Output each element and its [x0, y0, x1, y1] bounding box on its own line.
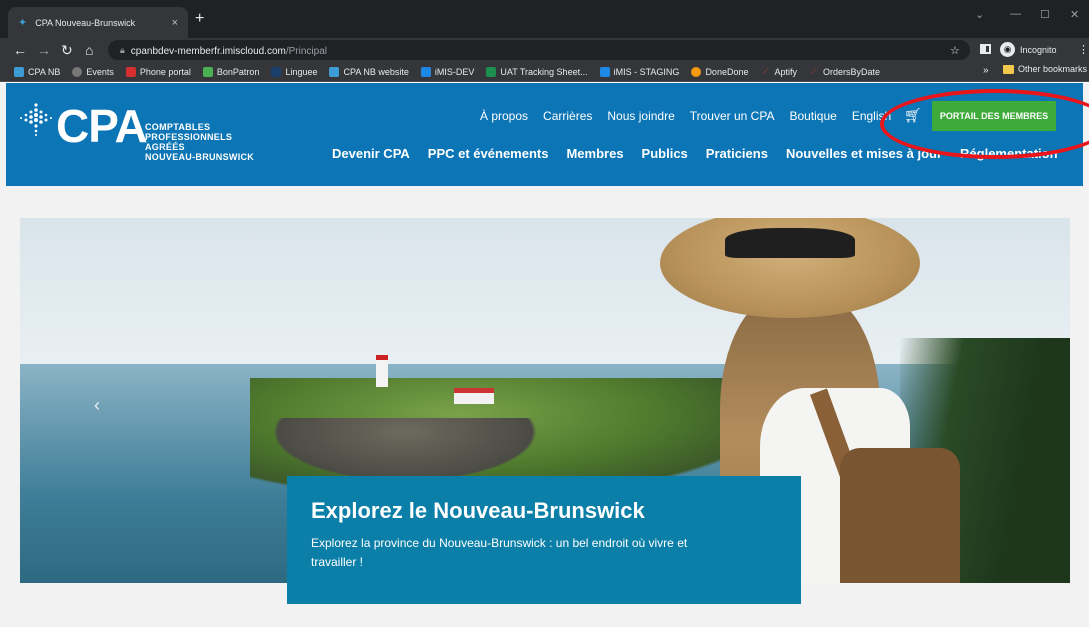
lighthouse-illustration: [376, 355, 388, 387]
tab-title: CPA Nouveau-Brunswick: [35, 17, 136, 28]
browser-titlebar: ✦ CPA Nouveau-Brunswick × + ⌄ — ☐ ✕: [0, 0, 1089, 38]
nav-nous-joindre[interactable]: Nous joindre: [607, 109, 674, 123]
bookmark-icon: [420, 66, 431, 77]
bookmark-item[interactable]: DoneDone: [691, 66, 748, 77]
bookmark-item[interactable]: ⟋ OrdersByDate: [809, 67, 880, 77]
bookmark-item[interactable]: UAT Tracking Sheet...: [486, 66, 588, 77]
bookmark-icon: [271, 66, 282, 77]
address-bar[interactable]: 🔒︎ cpanbdev-memberfr.imiscloud.com/Princ…: [108, 40, 970, 60]
bookmark-icon: [691, 66, 702, 77]
nav-publics[interactable]: Publics: [642, 146, 688, 161]
tab-search-icon[interactable]: ⌄: [975, 8, 984, 21]
forward-icon[interactable]: →: [37, 40, 51, 60]
url-path: /Principal: [285, 46, 327, 57]
bookmark-icon: ⟋: [811, 66, 817, 76]
bookmark-icon: [72, 66, 83, 77]
bookmark-item[interactable]: iMIS-DEV: [420, 66, 474, 77]
page-content: CPA COMPTABLES PROFESSIONNELS AGRÉÉS NOU…: [0, 83, 1089, 627]
hat-band: [725, 228, 855, 258]
nav-boutique[interactable]: Boutique: [789, 109, 836, 123]
bookmark-item[interactable]: Linguee: [271, 66, 317, 77]
bookmarks-bar: CPA NB Events Phone portal BonPatron Lin…: [0, 62, 1089, 82]
carousel-prev-arrow-icon[interactable]: ‹: [94, 395, 100, 416]
home-icon[interactable]: ⌂: [85, 40, 93, 60]
window-close-icon[interactable]: ✕: [1070, 8, 1079, 21]
nav-devenir-cpa[interactable]: Devenir CPA: [332, 146, 410, 161]
nav-membres[interactable]: Membres: [566, 146, 623, 161]
url-host: cpanbdev-memberfr.imiscloud.com: [130, 46, 286, 57]
hero-caption: Explorez le Nouveau-Brunswick Explorez l…: [287, 476, 801, 604]
bookmark-icon: ⟋: [762, 66, 769, 76]
hero-title: Explorez le Nouveau-Brunswick: [311, 498, 645, 523]
maple-leaf-icon: ✦: [18, 17, 28, 29]
bookmark-icon: [486, 66, 497, 77]
tab-close-icon[interactable]: ×: [172, 17, 178, 29]
side-panel-icon[interactable]: [980, 44, 991, 54]
incognito-icon: ◉: [1000, 42, 1015, 57]
nav-trouver-un-cpa[interactable]: Trouver un CPA: [690, 109, 775, 123]
back-icon[interactable]: ←: [13, 40, 27, 60]
new-tab-button[interactable]: +: [195, 11, 204, 27]
bookmarks-overflow-button[interactable]: »: [983, 65, 989, 76]
hero-text: Explorez la province du Nouveau-Brunswic…: [311, 536, 688, 569]
menu-kebab-icon[interactable]: ⋮: [1078, 43, 1089, 56]
bookmark-item[interactable]: iMIS - STAGING: [599, 66, 679, 77]
bookmark-item[interactable]: CPA NB: [14, 66, 60, 77]
maple-leaf-dots-icon[interactable]: [18, 101, 54, 137]
bookmark-icon: [329, 66, 340, 77]
nav-praticiens[interactable]: Praticiens: [706, 146, 768, 161]
browser-tab[interactable]: ✦ CPA Nouveau-Brunswick ×: [8, 7, 188, 38]
logo-tagline: COMPTABLES PROFESSIONNELS AGRÉÉS NOUVEAU…: [145, 122, 255, 162]
nav-ppc-evenements[interactable]: PPC et événements: [428, 146, 549, 161]
incognito-label: Incognito: [1020, 44, 1057, 55]
bookmark-item[interactable]: CPA NB website: [329, 66, 409, 77]
bookmark-icon: [202, 66, 213, 77]
bookmark-icon: [14, 66, 24, 77]
utility-nav: À propos Carrières Nous joindre Trouver …: [480, 109, 891, 123]
bookmark-item[interactable]: ⟋ Aptify: [760, 67, 797, 77]
browser-toolbar: ← → ↻ ⌂ 🔒︎ cpanbdev-memberfr.imiscloud.c…: [0, 38, 1089, 62]
maximize-icon[interactable]: ☐: [1040, 8, 1050, 21]
bookmark-item[interactable]: Events: [72, 66, 114, 77]
house-illustration: [454, 388, 494, 404]
minimize-icon[interactable]: —: [1010, 8, 1021, 20]
nav-carrieres[interactable]: Carrières: [543, 109, 592, 123]
bookmark-item[interactable]: BonPatron: [202, 66, 259, 77]
bookmark-icon: [599, 66, 610, 77]
reload-icon[interactable]: ↻: [61, 40, 73, 60]
nav-a-propos[interactable]: À propos: [480, 109, 528, 123]
other-bookmarks-button[interactable]: Other bookmarks: [1003, 64, 1087, 74]
bookmark-icon: [125, 66, 136, 77]
folder-icon: [1003, 64, 1014, 74]
incognito-profile[interactable]: ◉ Incognito: [1000, 42, 1057, 57]
backpack-illustration: [840, 448, 960, 583]
bookmark-item[interactable]: Phone portal: [125, 66, 191, 77]
lock-icon: 🔒︎: [120, 44, 125, 55]
bookmark-star-icon[interactable]: ☆: [950, 44, 960, 57]
logo-wordmark[interactable]: CPA: [56, 103, 148, 149]
